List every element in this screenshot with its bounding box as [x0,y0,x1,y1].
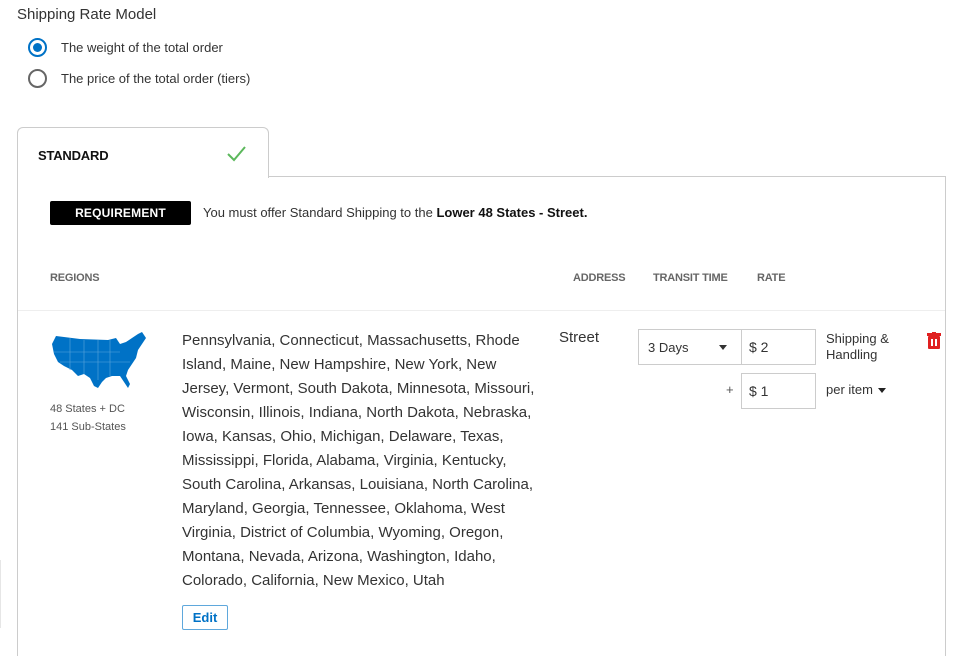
per-item-label: per item [826,382,873,397]
radio-option-label: The price of the total order (tiers) [61,71,251,86]
column-header-address: ADDRESS [573,272,626,284]
sub-states-count: 141 Sub-States [50,421,126,433]
caret-down-icon [719,345,727,350]
check-icon [227,146,246,162]
region-summary: 48 States + DC [50,403,125,415]
base-rate-input[interactable]: $ 2 [741,329,816,365]
radio-option-label: The weight of the total order [61,40,223,55]
transit-time-value: 3 Days [648,339,689,355]
edit-button[interactable]: Edit [182,605,228,630]
radio-option-weight[interactable]: The weight of the total order [28,38,223,57]
radio-button-checked[interactable] [28,38,47,57]
tab-standard-label[interactable]: STANDARD [38,148,109,163]
transit-time-select[interactable]: 3 Days [638,329,742,365]
plus-sign: + [726,382,734,397]
column-header-transit-time: TRANSIT TIME [653,272,728,284]
caret-down-icon [877,387,886,393]
per-item-rate-input[interactable]: $ 1 [741,373,816,409]
radio-option-price[interactable]: The price of the total order (tiers) [28,69,250,88]
requirement-badge: REQUIREMENT [50,201,191,225]
requirement-text-bold: Lower 48 States - Street. [436,205,588,220]
address-type: Street [559,329,600,346]
requirement-text: You must offer Standard Shipping to the … [203,205,587,220]
page-edge [0,560,1,628]
base-rate-label: Shipping & Handling [826,331,889,362]
shipping-rate-model-title: Shipping Rate Model [17,6,157,23]
trash-icon[interactable] [927,332,941,349]
header-divider [18,310,945,311]
column-header-rate: RATE [757,272,786,284]
us-map-icon [52,332,146,388]
per-item-dropdown[interactable]: per item [826,382,886,398]
requirement-text-prefix: You must offer Standard Shipping to the [203,205,437,220]
radio-button-unchecked[interactable] [28,69,47,88]
column-header-regions: REGIONS [50,272,100,284]
states-list: Pennsylvania, Connecticut, Massachusetts… [182,332,535,589]
